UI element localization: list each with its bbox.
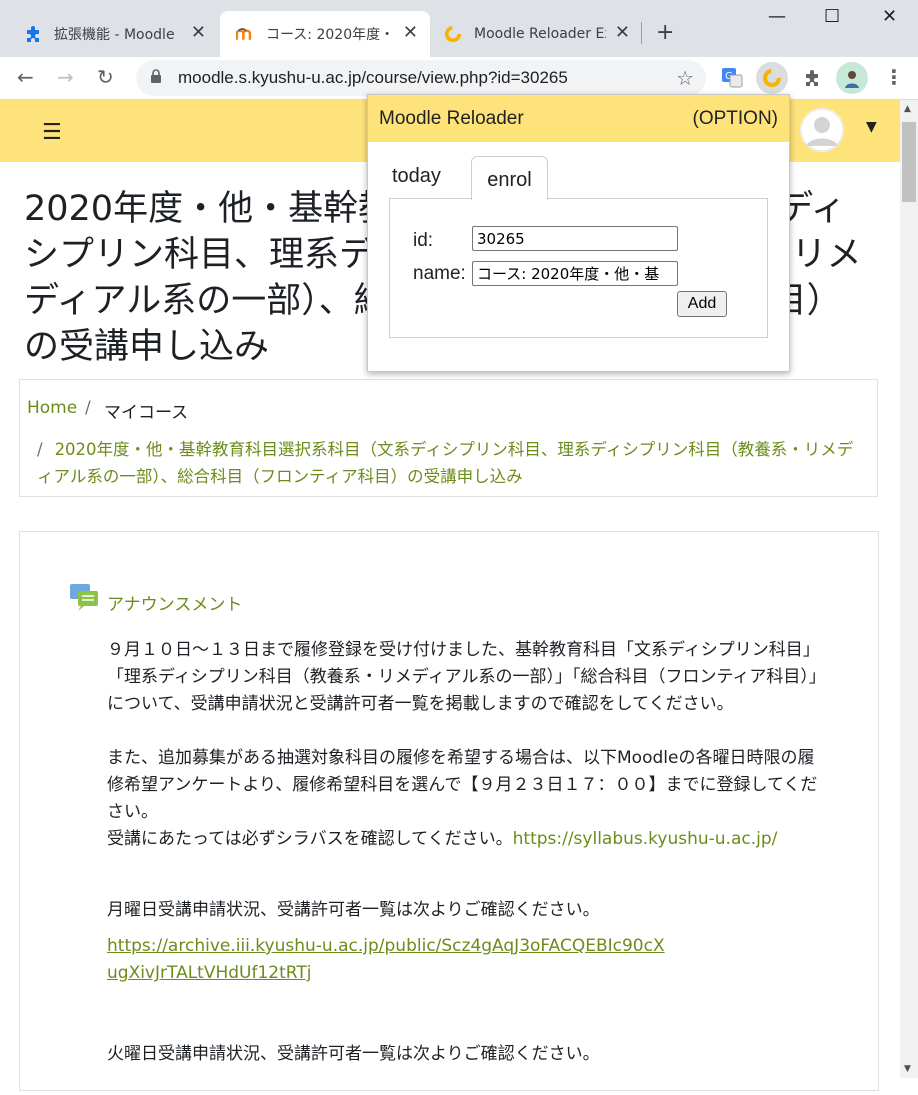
back-icon[interactable]: ← <box>17 65 34 89</box>
forward-icon[interactable]: → <box>57 65 74 89</box>
tab-title: Moodle Reloader Ex <box>474 26 606 42</box>
reload-icon[interactable]: ↻ <box>97 65 114 89</box>
option-link[interactable]: (OPTION) <box>693 108 779 130</box>
translate-extension-icon[interactable]: G <box>716 62 748 94</box>
reloader-icon <box>444 25 462 43</box>
moodle-reloader-extension-icon[interactable] <box>756 62 788 94</box>
page-scrollbar[interactable]: ▲ ▼ <box>900 100 918 1078</box>
profile-avatar-icon[interactable] <box>836 62 868 94</box>
moodle-reloader-popup: Moodle Reloader (OPTION) today enrol id:… <box>367 94 790 372</box>
browser-tab-strip: 拡張機能 - Moodle ✕ コース: 2020年度・他・ ✕ Moodle … <box>0 0 918 57</box>
forum-icon <box>69 582 99 612</box>
summary-paragraph: https://archive.iii.kyushu-u.ac.jp/publi… <box>107 933 667 987</box>
breadcrumb-home-link[interactable]: Home <box>27 398 77 418</box>
name-label: name: <box>413 263 466 284</box>
breadcrumb-separator: / <box>37 440 43 459</box>
breadcrumb-course-link[interactable]: 2020年度・他・基幹教育科目選択系科目（文系ディシプリン科目、理系ディシプリン… <box>37 440 853 486</box>
minimize-icon[interactable]: — <box>768 6 786 27</box>
hamburger-menu-icon[interactable]: ☰ <box>42 120 62 145</box>
monday-archive-link[interactable]: https://archive.iii.kyushu-u.ac.jp/publi… <box>107 936 665 983</box>
course-content: アナウンスメント ９月１０日～１３日まで履修登録を受け付けました、基幹教育科目「… <box>19 531 879 1091</box>
tab-enrol[interactable]: enrol <box>471 156 548 200</box>
breadcrumb: Home / マイコース /2020年度・他・基幹教育科目選択系科目（文系ディシ… <box>19 379 878 497</box>
scroll-down-icon[interactable]: ▼ <box>904 1064 911 1074</box>
browser-tab-reloader[interactable]: Moodle Reloader Ex ✕ <box>432 11 642 57</box>
lock-icon <box>150 69 162 88</box>
tab-title: コース: 2020年度・他・ <box>266 27 394 43</box>
breadcrumb-course-row: /2020年度・他・基幹教育科目選択系科目（文系ディシプリン科目、理系ディシプリ… <box>37 436 867 490</box>
puzzle-icon <box>24 25 42 43</box>
tab-close-icon[interactable]: ✕ <box>615 24 630 42</box>
id-label: id: <box>413 230 434 251</box>
address-bar[interactable]: moodle.s.kyushu-u.ac.jp/course/view.php?… <box>136 60 706 96</box>
moodle-logo-icon <box>236 25 254 43</box>
course-summary: ９月１０日～１３日まで履修登録を受け付けました、基幹教育科目「文系ディシプリン科… <box>107 637 827 1095</box>
tab-title: 拡張機能 - Moodle <box>54 27 175 43</box>
user-menu-caret-icon[interactable]: ▼ <box>866 119 877 135</box>
bookmark-star-icon[interactable]: ☆ <box>676 66 694 90</box>
popup-header: Moodle Reloader (OPTION) <box>368 95 789 142</box>
new-tab-icon[interactable]: + <box>656 20 674 45</box>
scrollbar-thumb[interactable] <box>902 122 916 202</box>
window-close-icon[interactable]: ✕ <box>882 6 897 27</box>
id-input[interactable] <box>472 226 678 251</box>
user-avatar[interactable] <box>800 108 844 152</box>
maximize-icon[interactable]: ☐ <box>824 6 840 27</box>
tab-today[interactable]: today <box>392 165 441 188</box>
breadcrumb-separator: / <box>85 398 91 418</box>
url-text: moodle.s.kyushu-u.ac.jp/course/view.php?… <box>178 68 568 87</box>
syllabus-link[interactable]: https://syllabus.kyushu-u.ac.jp/ <box>513 829 778 849</box>
extensions-puzzle-icon[interactable] <box>796 62 828 94</box>
summary-paragraph: 月曜日受講申請状況、受講許可者一覧は次よりご確認ください。 <box>107 900 600 920</box>
browser-tab-course[interactable]: コース: 2020年度・他・ ✕ <box>220 11 430 57</box>
browser-tab-extensions[interactable]: 拡張機能 - Moodle ✕ <box>0 11 218 57</box>
scroll-up-icon[interactable]: ▲ <box>904 104 911 114</box>
summary-paragraph: ９月１０日～１３日まで履修登録を受け付けました、基幹教育科目「文系ディシプリン科… <box>107 640 826 714</box>
tab-close-icon[interactable]: ✕ <box>403 24 418 42</box>
summary-paragraph: 火曜日受講申請状況、受講許可者一覧は次よりご確認ください。 <box>107 1044 600 1064</box>
summary-paragraph: 受講にあたっては必ずシラバスを確認してください。https://syllabus… <box>107 826 827 853</box>
chrome-menu-icon[interactable]: ⋮ <box>884 65 904 89</box>
tab-separator <box>641 22 642 44</box>
summary-paragraph: また、追加募集がある抽選対象科目の履修を希望する場合は、以下Moodleの各曜日… <box>107 748 818 822</box>
add-button[interactable]: Add <box>677 291 727 317</box>
breadcrumb-my-courses: マイコース <box>104 403 189 423</box>
tab-close-icon[interactable]: ✕ <box>191 24 206 42</box>
announcements-link[interactable]: アナウンスメント <box>107 590 242 615</box>
popup-title: Moodle Reloader <box>379 108 524 129</box>
syllabus-note: 受講にあたっては必ずシラバスを確認してください。 <box>107 829 513 849</box>
name-input[interactable] <box>472 261 678 286</box>
